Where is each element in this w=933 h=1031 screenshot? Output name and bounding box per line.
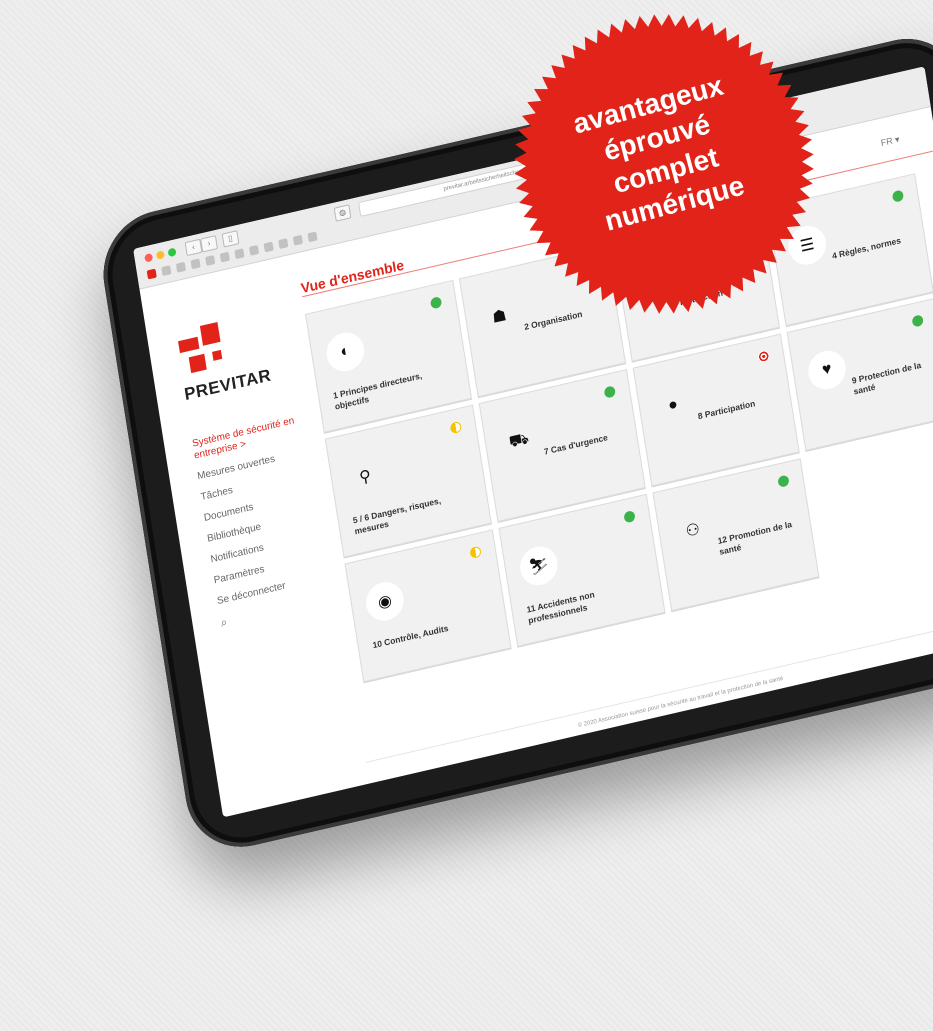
- status-target-icon: [757, 349, 770, 364]
- bookmark-icon[interactable]: [278, 238, 289, 250]
- scene: ‹ › ▯ ◍ previtar.arbeitssicherheitschwei…: [0, 0, 933, 1031]
- people-icon: ⚇: [684, 520, 702, 541]
- tile-label: 11 Accidents non professionnels: [525, 589, 596, 626]
- tile-non-occupational-accidents[interactable]: ⛷ 11 Accidents non professionnels: [498, 493, 666, 647]
- ambulance-icon: ⛟: [507, 429, 531, 452]
- bookmark-icon[interactable]: [234, 248, 245, 260]
- bookmark-icon[interactable]: [263, 241, 274, 253]
- tile-label: 1 Principes directeurs, objectifs: [332, 370, 423, 412]
- previtar-logo[interactable]: [176, 319, 238, 377]
- tile-label: 8 Participation: [697, 398, 756, 422]
- bookmark-icon[interactable]: [146, 268, 157, 280]
- tile-label: 7 Cas d'urgence: [543, 432, 609, 457]
- status-green-icon: [911, 314, 924, 328]
- bookmark-icon[interactable]: [205, 255, 216, 266]
- bookmark-icon[interactable]: [161, 265, 172, 277]
- org-chart-icon: ☗: [491, 306, 508, 327]
- status-yellow-icon: [469, 545, 482, 559]
- skier-icon: ⛷: [517, 542, 561, 589]
- status-green-icon: [429, 296, 443, 310]
- tile-label: 9 Protection de la santé: [851, 359, 922, 397]
- minimize-window-button[interactable]: [155, 250, 165, 260]
- tile-health-promotion[interactable]: ⚇ 12 Promotion de la santé: [652, 458, 820, 612]
- eye-icon: ◉: [363, 578, 407, 625]
- maximize-window-button[interactable]: [167, 247, 177, 258]
- bookmark-icon[interactable]: [307, 231, 318, 243]
- status-yellow-icon: [449, 420, 463, 435]
- heartbeat-icon: ♥: [805, 346, 849, 394]
- status-green-icon: [623, 510, 636, 524]
- forward-icon[interactable]: ›: [200, 235, 218, 253]
- bookmark-icon[interactable]: [248, 244, 260, 256]
- status-green-icon: [891, 189, 905, 203]
- chat-bubbles-icon: ●: [666, 395, 680, 415]
- bookmark-icon[interactable]: [190, 258, 201, 270]
- bookmark-icon[interactable]: [292, 234, 303, 246]
- status-green-icon: [777, 474, 790, 488]
- magnifier-icon: ⚲: [358, 467, 373, 487]
- tile-label: 12 Promotion de la santé: [716, 518, 793, 557]
- close-window-button[interactable]: [144, 252, 154, 263]
- tile-label: 5 / 6 Dangers, risques, mesures: [352, 495, 442, 537]
- bookmark-icon[interactable]: [175, 261, 187, 273]
- tile-control-audits[interactable]: ◉ 10 Contrôle, Audits: [344, 529, 512, 683]
- compass-icon: ◐: [323, 328, 367, 376]
- status-green-icon: [603, 385, 617, 399]
- sidebar-toggle-icon[interactable]: ▯: [221, 230, 240, 248]
- shield-icon[interactable]: ◍: [333, 204, 352, 222]
- bookmark-icon[interactable]: [219, 251, 230, 263]
